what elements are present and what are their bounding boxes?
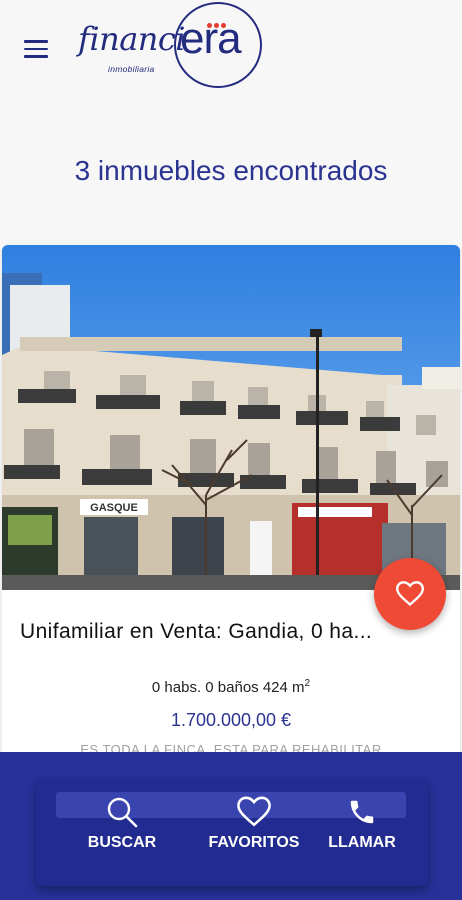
hamburger-menu-icon[interactable] xyxy=(24,40,50,60)
listing-price: 1.700.000,00 € xyxy=(170,710,292,730)
search-icon xyxy=(107,797,138,828)
results-count-title: 3 inmuebles encontrados xyxy=(74,155,388,186)
nav-llamar-button[interactable]: LLAMAR xyxy=(320,796,404,852)
financiera-logo[interactable]: financi era inmobiliaria xyxy=(76,2,276,92)
listing-specs-unit-exponent: 2 xyxy=(304,678,311,689)
logo-subtitle: inmobiliaria xyxy=(108,64,155,74)
shop-sign-text: GASQUE xyxy=(90,502,138,514)
nav-buscar-label: BUSCAR xyxy=(87,834,157,851)
nav-buscar-button[interactable]: BUSCAR xyxy=(82,796,162,852)
phone-icon xyxy=(350,800,374,824)
heart-icon xyxy=(396,581,424,607)
app-screen: financi era inmobiliaria 3 inmuebles enc… xyxy=(0,0,462,900)
listing-specs-text: 0 habs. 0 baños 424 m xyxy=(151,679,305,696)
logo-mark: era xyxy=(180,14,242,63)
listing-title[interactable]: Unifamiliar en Venta: Gandia, 0 ha... xyxy=(20,620,446,644)
listing-specs: 0 habs. 0 baños 424 m2 xyxy=(0,678,462,696)
property-photo: GASQUE xyxy=(2,245,460,590)
logo-word: financi xyxy=(78,20,186,58)
nav-favoritos-button[interactable]: FAVORITOS xyxy=(202,796,306,852)
favorite-button[interactable] xyxy=(374,558,446,630)
nav-llamar-label: LLAMAR xyxy=(328,834,396,851)
nav-favoritos-label: FAVORITOS xyxy=(208,834,300,851)
app-header: financi era inmobiliaria xyxy=(0,0,462,100)
heart-icon xyxy=(237,796,271,827)
